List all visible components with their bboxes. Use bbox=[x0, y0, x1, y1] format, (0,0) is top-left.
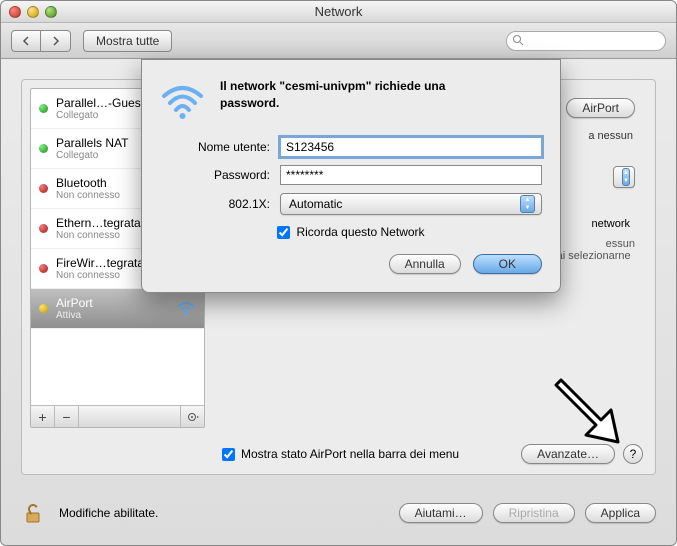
wifi-large-icon bbox=[160, 78, 205, 123]
add-service-button[interactable]: + bbox=[31, 406, 55, 427]
help-button[interactable]: ? bbox=[623, 444, 643, 464]
search-wrap bbox=[506, 31, 666, 51]
panel-bottom-row: Mostra stato AirPort nella barra dei men… bbox=[222, 444, 643, 464]
network-select-partial[interactable]: ▲▼ bbox=[613, 166, 635, 188]
service-actions-button[interactable] bbox=[180, 406, 204, 427]
remember-label: Ricorda questo Network bbox=[296, 225, 424, 239]
lock-status-label: Modifiche abilitate. bbox=[59, 506, 158, 520]
apply-button[interactable]: Applica bbox=[585, 503, 656, 523]
toolbar: Mostra tutte bbox=[1, 23, 676, 59]
status-dot-icon bbox=[39, 264, 48, 273]
forward-button[interactable] bbox=[41, 30, 71, 52]
gear-icon bbox=[186, 410, 200, 424]
unlock-icon[interactable] bbox=[21, 501, 45, 525]
revert-button[interactable]: Ripristina bbox=[493, 503, 575, 523]
dialog-title-line: password. bbox=[220, 96, 279, 110]
select-arrows-icon: ▲▼ bbox=[622, 168, 630, 186]
background-text: network bbox=[591, 218, 630, 230]
sidebar-item-name: AirPort bbox=[56, 296, 168, 310]
dialog-footer: Annulla OK bbox=[160, 254, 542, 274]
password-input[interactable] bbox=[280, 165, 542, 185]
cancel-button[interactable]: Annulla bbox=[389, 254, 461, 274]
background-text: a nessun bbox=[588, 130, 633, 142]
show-all-button[interactable]: Mostra tutte bbox=[83, 30, 172, 52]
password-label: Password: bbox=[160, 168, 280, 182]
dialog-title-line: Il network "cesmi-univpm" richiede una bbox=[220, 79, 445, 93]
status-dot-icon bbox=[39, 184, 48, 193]
remove-service-button[interactable]: − bbox=[55, 406, 79, 427]
dot1x-select[interactable]: Automatic ▲▼ bbox=[280, 193, 542, 215]
ok-button[interactable]: OK bbox=[473, 254, 542, 274]
status-dot-icon bbox=[39, 144, 48, 153]
username-row: Nome utente: bbox=[160, 137, 542, 157]
search-input[interactable] bbox=[506, 31, 666, 51]
network-preferences-window: Network Mostra tutte Parallel bbox=[0, 0, 677, 546]
username-label: Nome utente: bbox=[160, 140, 280, 154]
sidebar-item-status: Attiva bbox=[56, 310, 168, 321]
show-status-label: Mostra stato AirPort nella barra dei men… bbox=[241, 447, 459, 461]
advanced-button[interactable]: Avanzate… bbox=[521, 444, 615, 464]
remember-row: Ricorda questo Network bbox=[160, 225, 542, 239]
wifi-icon bbox=[176, 299, 196, 319]
dialog-header: Il network "cesmi-univpm" richiede una p… bbox=[160, 78, 542, 123]
window-title: Network bbox=[1, 1, 676, 23]
show-status-checkbox-row[interactable]: Mostra stato AirPort nella barra dei men… bbox=[222, 447, 459, 461]
status-dot-icon bbox=[39, 304, 48, 313]
airport-toggle-button[interactable]: AirPort bbox=[566, 98, 635, 118]
chevron-left-icon bbox=[21, 36, 31, 46]
search-icon bbox=[512, 34, 524, 49]
password-row: Password: bbox=[160, 165, 542, 185]
back-button[interactable] bbox=[11, 30, 41, 52]
chevron-right-icon bbox=[51, 36, 61, 46]
username-input[interactable] bbox=[280, 137, 542, 157]
sidebar-item-airport[interactable]: AirPort Attiva bbox=[31, 289, 204, 329]
nav-buttons bbox=[11, 30, 71, 52]
select-arrows-icon: ▲▼ bbox=[520, 195, 535, 213]
dot1x-label: 802.1X: bbox=[160, 197, 280, 211]
dialog-title: Il network "cesmi-univpm" richiede una p… bbox=[220, 78, 445, 123]
sidebar-item-text: AirPort Attiva bbox=[56, 296, 168, 321]
remember-checkbox[interactable] bbox=[277, 226, 290, 239]
status-dot-icon bbox=[39, 224, 48, 233]
dot1x-row: 802.1X: Automatic ▲▼ bbox=[160, 193, 542, 215]
show-status-checkbox[interactable] bbox=[222, 448, 235, 461]
window-footer: Modifiche abilitate. Aiutami… Ripristina… bbox=[21, 501, 656, 525]
sidebar-footer: + − bbox=[31, 405, 204, 427]
status-dot-icon bbox=[39, 104, 48, 113]
assist-button[interactable]: Aiutami… bbox=[399, 503, 483, 523]
dot1x-value: Automatic bbox=[289, 197, 342, 211]
password-dialog: Il network "cesmi-univpm" richiede una p… bbox=[141, 59, 561, 293]
titlebar: Network bbox=[1, 1, 676, 23]
